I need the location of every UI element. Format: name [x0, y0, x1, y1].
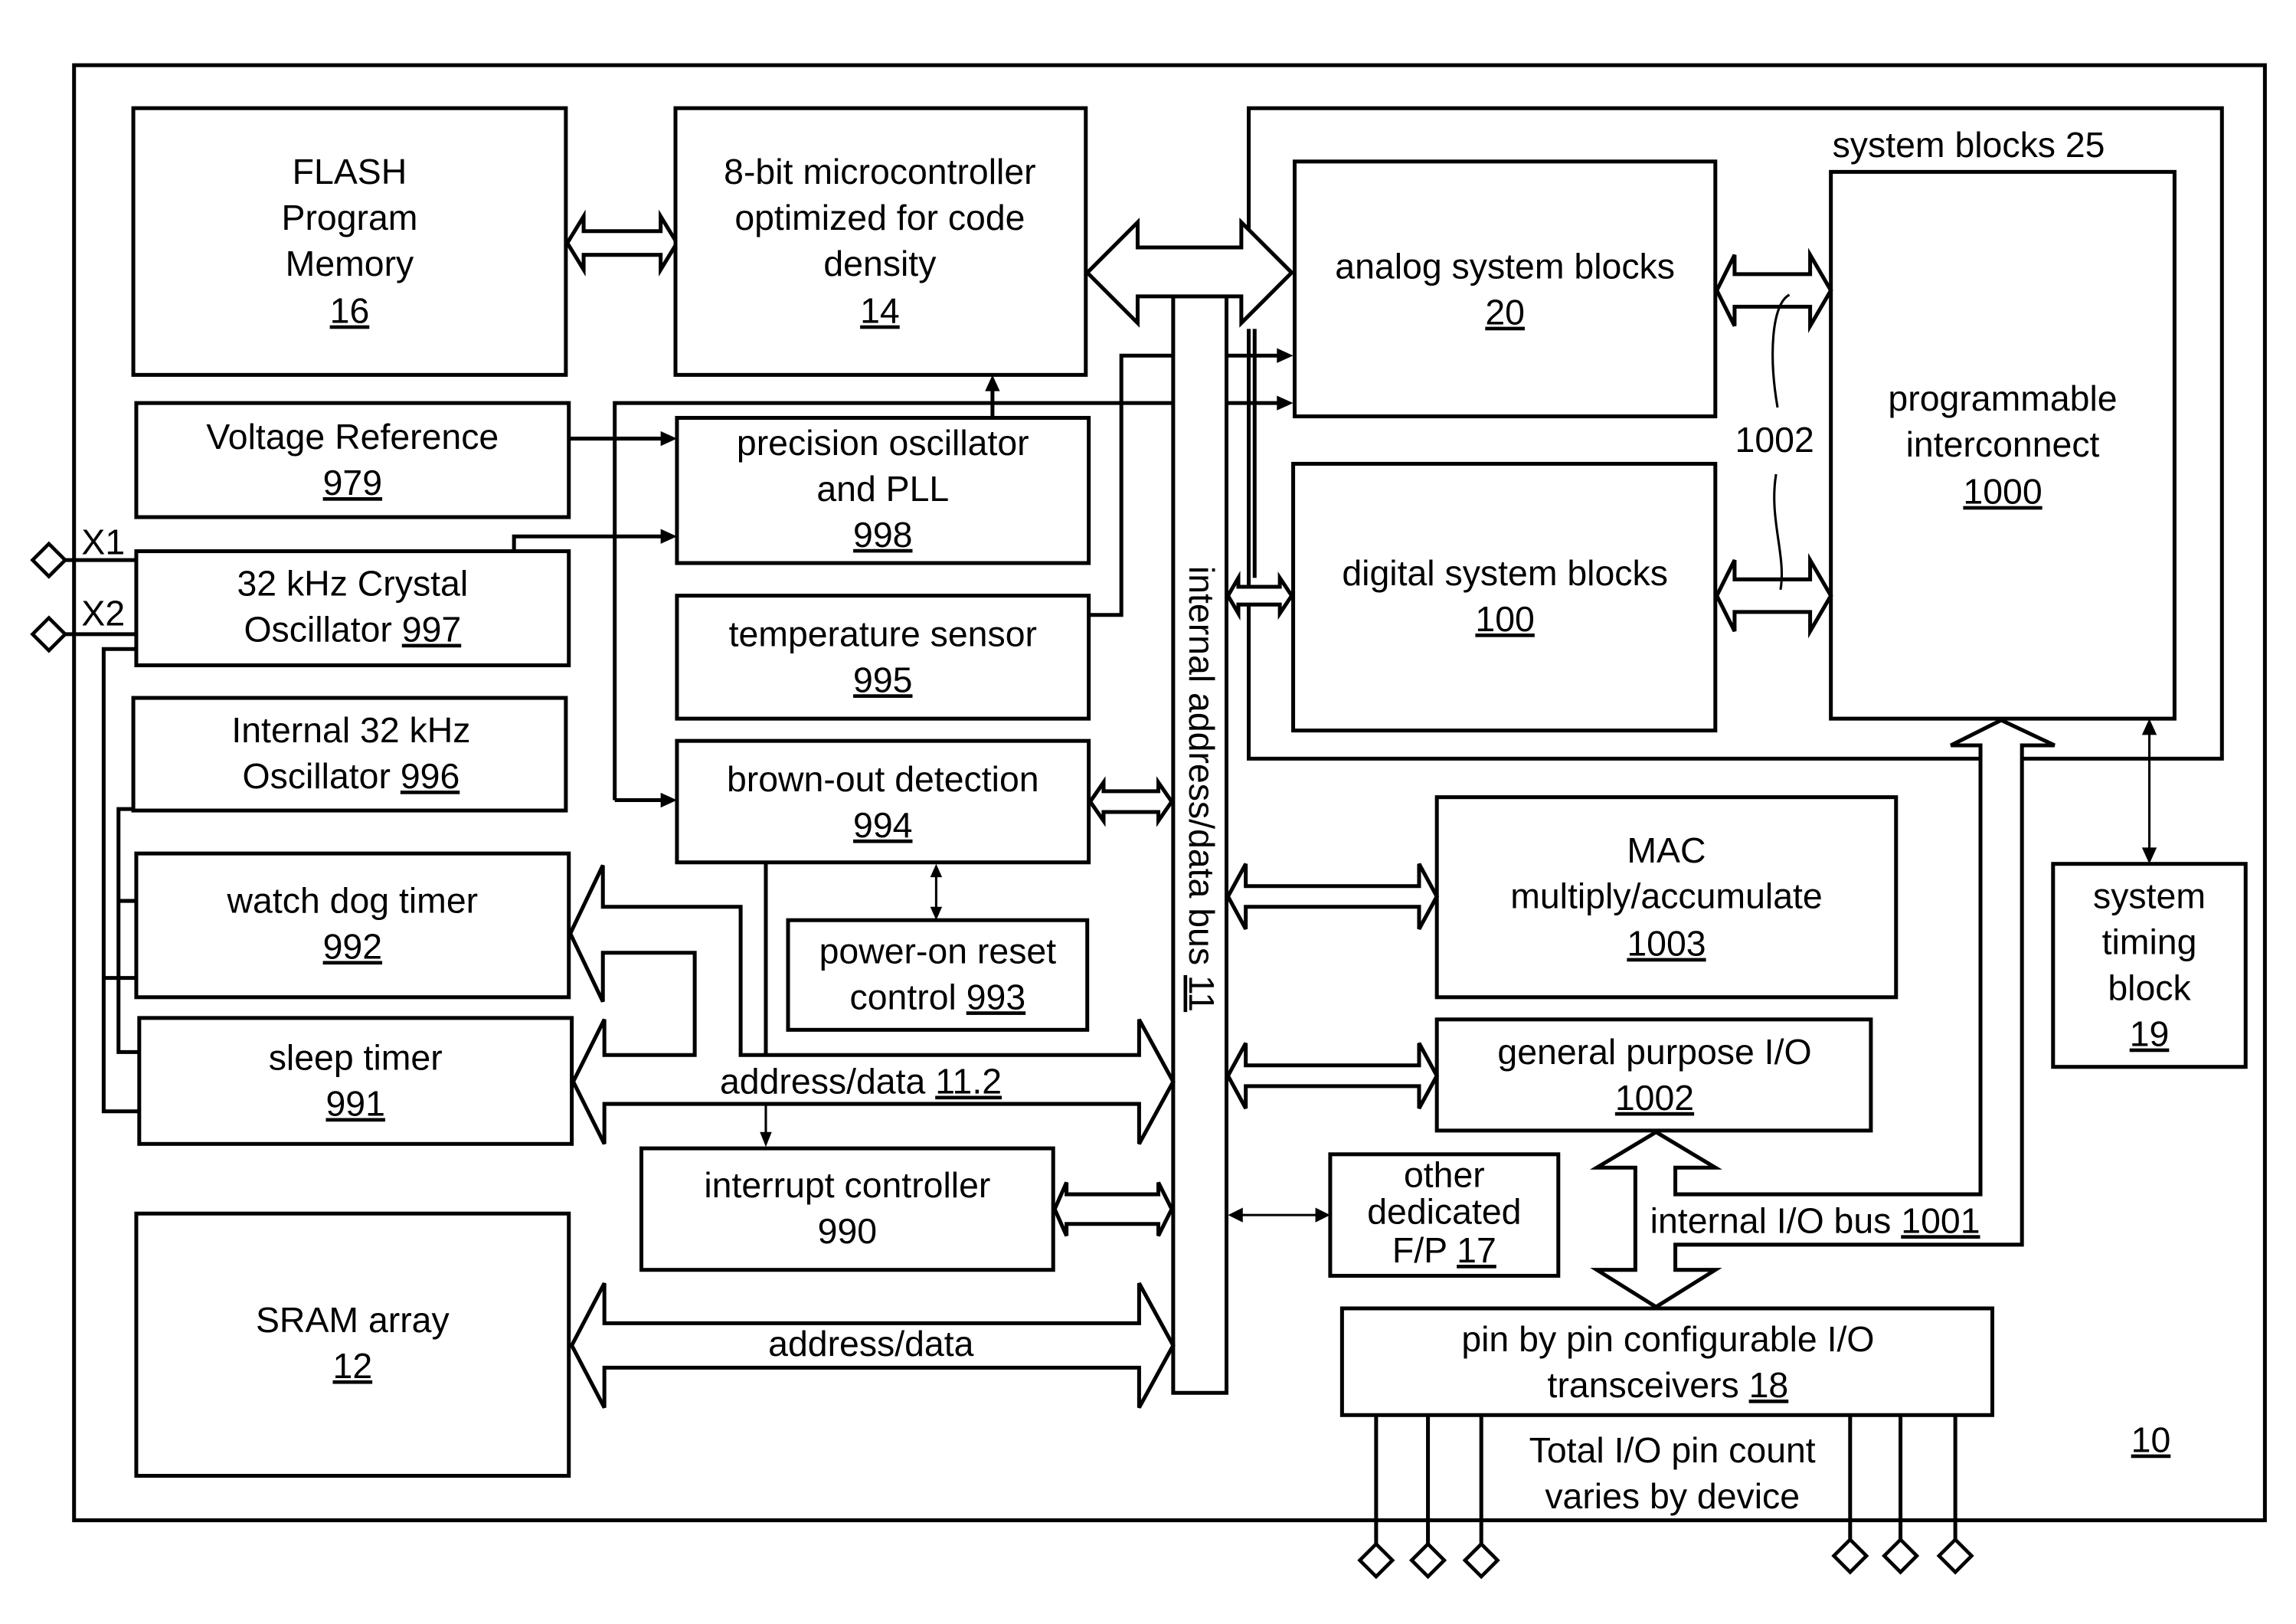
svg-text:SRAM array: SRAM array	[256, 1300, 450, 1340]
mac-block: MAC multiply/accumulate 1003	[1434, 795, 1899, 1000]
svg-text:Program: Program	[281, 198, 417, 237]
system-blocks-label: system blocks 25	[1833, 125, 2105, 165]
svg-text:interconnect: interconnect	[1906, 424, 2100, 464]
watchdog-timer-block: watch dog timer 992	[134, 851, 571, 1000]
svg-text:and PLL: and PLL	[816, 469, 949, 509]
svg-text:interrupt controller: interrupt controller	[704, 1165, 990, 1205]
svg-text:F/P 17: F/P 17	[1392, 1230, 1496, 1270]
svg-text:block: block	[2108, 968, 2191, 1008]
analog-system-blocks: analog system blocks 20	[1292, 159, 1718, 419]
svg-text:temperature sensor: temperature sensor	[729, 614, 1037, 653]
svg-text:dedicated: dedicated	[1367, 1192, 1521, 1232]
svg-text:Voltage Reference: Voltage Reference	[206, 417, 499, 457]
x2-label: X2	[81, 593, 125, 633]
svg-text:general purpose I/O: general purpose I/O	[1497, 1032, 1811, 1072]
svg-text:pin by pin configurable I/O: pin by pin configurable I/O	[1461, 1319, 1874, 1359]
svg-text:995: 995	[853, 660, 912, 699]
digital-system-blocks: digital system blocks 100	[1291, 461, 1718, 733]
svg-text:14: 14	[860, 291, 900, 331]
svg-text:density: density	[823, 244, 937, 283]
temperature-sensor-block: temperature sensor 995	[675, 594, 1091, 721]
svg-text:sleep timer: sleep timer	[269, 1038, 443, 1078]
svg-text:991: 991	[325, 1084, 384, 1124]
svg-text:990: 990	[818, 1211, 877, 1251]
svg-text:8-bit microcontroller: 8-bit microcontroller	[724, 152, 1035, 192]
svg-text:100: 100	[1475, 599, 1534, 639]
svg-text:32 kHz Crystal: 32 kHz Crystal	[237, 564, 468, 604]
programmable-interconnect-block: programmable interconnect 1000	[1829, 169, 2177, 721]
svg-text:brown-out detection: brown-out detection	[727, 759, 1039, 799]
svg-text:transceivers 18: transceivers 18	[1548, 1365, 1789, 1405]
io-transceivers-block: pin by pin configurable I/O transceivers…	[1339, 1306, 1995, 1417]
svg-text:precision oscillator: precision oscillator	[737, 423, 1029, 463]
microcontroller-block: 8-bit microcontroller optimized for code…	[673, 106, 1088, 377]
pin-x2	[30, 615, 68, 653]
svg-text:992: 992	[323, 926, 382, 966]
system-timing-block: system timing block 19	[2051, 862, 2248, 1069]
svg-text:12: 12	[333, 1346, 373, 1386]
svg-text:system: system	[2093, 876, 2206, 916]
svg-text:MAC: MAC	[1627, 830, 1706, 870]
svg-text:Oscillator 996: Oscillator 996	[243, 756, 460, 796]
internal-bus-label: internal address/data bus 11	[1182, 566, 1222, 1012]
block-diagram: 10 system blocks 25 internal address/dat…	[30, 63, 2267, 1580]
internal-io-bus-label: internal I/O bus 1001	[1650, 1200, 1980, 1240]
pll-block: precision oscillator and PLL 998	[675, 415, 1091, 565]
svg-text:994: 994	[853, 805, 912, 845]
interrupt-controller-block: interrupt controller 990	[639, 1146, 1055, 1272]
svg-text:Memory: Memory	[286, 244, 414, 283]
svg-text:16: 16	[330, 291, 370, 331]
other-dedicated-block: other dedicated F/P 17	[1328, 1152, 1561, 1278]
svg-text:979: 979	[323, 463, 382, 503]
chip-ref: 10	[2131, 1420, 2171, 1460]
svg-text:1002: 1002	[1615, 1078, 1694, 1118]
brown-out-detection-block: brown-out detection 994	[675, 738, 1091, 865]
pin-count-note-2: varies by device	[1545, 1476, 1800, 1516]
x1-label: X1	[81, 522, 125, 562]
svg-text:1000: 1000	[1963, 472, 2042, 512]
svg-text:watch dog timer: watch dog timer	[227, 881, 479, 921]
svg-text:20: 20	[1485, 293, 1525, 332]
svg-text:other: other	[1404, 1154, 1485, 1194]
pin-count-note-1: Total I/O pin count	[1529, 1430, 1816, 1470]
sram-array-block: SRAM array 12	[134, 1211, 571, 1478]
flash-memory-block: FLASH Program Memory 16	[131, 106, 568, 377]
sleep-timer-block: sleep timer 991	[137, 1016, 574, 1146]
svg-text:998: 998	[853, 515, 912, 555]
svg-text:digital system blocks: digital system blocks	[1342, 553, 1668, 593]
voltage-reference-block: Voltage Reference 979	[134, 401, 571, 519]
internal-oscillator-block: Internal 32 kHz Oscillator 996	[131, 696, 568, 813]
svg-text:programmable: programmable	[1888, 378, 2117, 418]
pin-x1	[30, 541, 68, 579]
svg-text:Oscillator 997: Oscillator 997	[244, 610, 461, 650]
gpio-block: general purpose I/O 1002	[1434, 1017, 1873, 1133]
svg-text:control 993: control 993	[850, 977, 1026, 1017]
svg-text:FLASH: FLASH	[293, 152, 407, 192]
svg-text:19: 19	[2130, 1014, 2170, 1054]
interconnect-link-label: 1002	[1735, 420, 1814, 460]
crystal-oscillator-block: 32 kHz Crystal Oscillator 997	[134, 549, 571, 668]
svg-text:optimized for code: optimized for code	[734, 198, 1025, 237]
address-data-11-2-label: address/data 11.2	[720, 1062, 1002, 1102]
svg-text:timing: timing	[2102, 922, 2197, 962]
svg-text:Internal 32 kHz: Internal 32 kHz	[231, 710, 470, 750]
svg-text:power-on reset: power-on reset	[819, 931, 1057, 971]
svg-text:analog system blocks: analog system blocks	[1335, 247, 1675, 286]
address-data-sram-label: address/data	[768, 1324, 973, 1364]
power-on-reset-block: power-on reset control 993	[786, 918, 1090, 1032]
svg-text:1003: 1003	[1627, 924, 1706, 964]
svg-text:multiply/accumulate: multiply/accumulate	[1510, 876, 1823, 916]
